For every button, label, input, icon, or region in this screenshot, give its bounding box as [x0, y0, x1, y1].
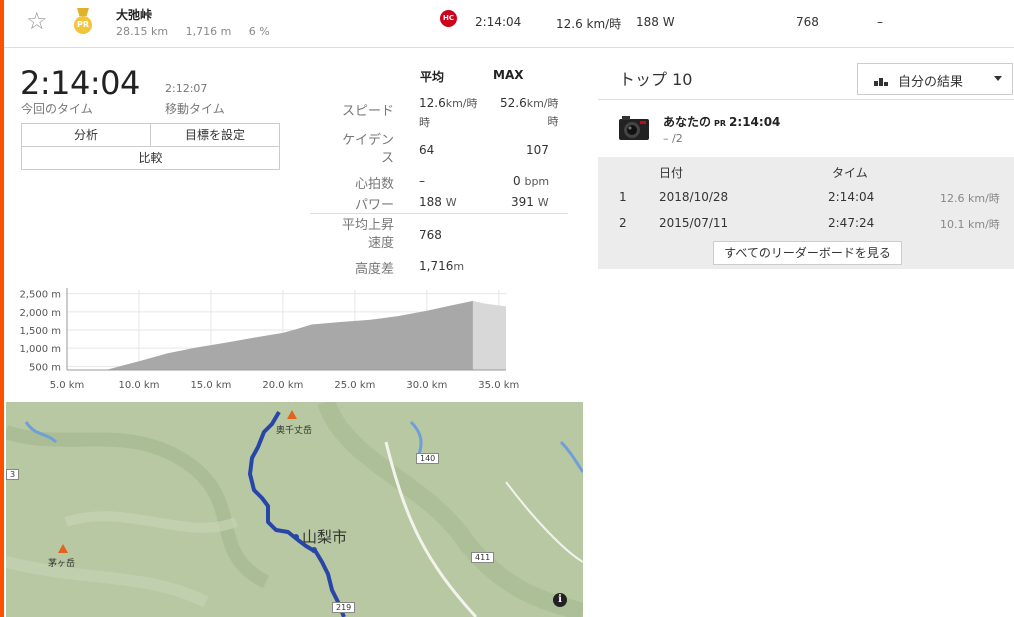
moving-time: 2:12:07 — [165, 82, 208, 95]
results-filter-dropdown[interactable]: 自分の結果 — [857, 63, 1013, 95]
heartrate-label: 心拍数 — [354, 177, 394, 192]
power-max: 391 W — [511, 195, 549, 209]
date-cell[interactable]: 2018/10/28 — [659, 190, 728, 204]
segment-elevation: 1,716 m — [185, 25, 232, 38]
moving-label: 移動タイム — [165, 102, 225, 116]
road-badge: 411 — [471, 552, 495, 563]
star-icon[interactable]: ☆ — [26, 8, 48, 34]
speed-cell: 12.6 km/時 — [940, 192, 1000, 205]
speed-max: 52.6km/時時 — [500, 96, 559, 128]
x-tick-label: 35.0 km — [478, 380, 519, 391]
cadence-max: 107 — [526, 143, 549, 157]
cadence-label: ケイデンス — [342, 133, 394, 166]
header-power: 188 W — [636, 15, 675, 29]
x-tick-label: 15.0 km — [190, 380, 231, 391]
power-label: パワー — [354, 198, 394, 213]
peak-icon — [58, 544, 68, 553]
rank-cell: 2 — [619, 216, 627, 230]
table-row[interactable]: 1 2018/10/28 2:14:04 12.6 km/時 — [598, 184, 1014, 210]
header-time: 2:14:04 — [475, 15, 522, 29]
header-hr: – — [877, 15, 883, 29]
segment-name[interactable]: 大弛峠 — [116, 6, 152, 23]
segment-meta: 28.15 km 1,716 m 6 % — [116, 25, 284, 38]
peak-icon — [287, 410, 297, 419]
elevation-chart[interactable]: 500 m 1,000 m 1,500 m 2,000 m 2,500 m 5.0 km 1… — [0, 280, 520, 395]
action-buttons: 分析 目標を設定 比較 — [21, 123, 280, 170]
route-map[interactable]: 奥千丈岳 茅ヶ岳 山梨市 140 411 219 3 i — [6, 402, 583, 617]
road-badge: 3 — [6, 469, 20, 480]
elevation-value: 1,716m — [419, 259, 465, 273]
date-cell[interactable]: 2015/07/11 — [659, 216, 728, 230]
bar-chart-icon — [874, 76, 892, 86]
heartrate-avg: – — [419, 174, 425, 188]
map-label-city: 山梨市 — [302, 528, 348, 546]
x-tick-label: 25.0 km — [334, 380, 375, 391]
col-time: タイム — [832, 166, 868, 180]
elevation-label: 高度差 — [354, 262, 394, 277]
x-tick-label: 5.0 km — [50, 380, 85, 391]
y-tick-label: 1,500 m — [19, 326, 61, 337]
pr-badge: PR — [74, 16, 92, 34]
you-label: あなたの PR 2:14:04 — [663, 115, 781, 129]
view-all-leaderboard-button[interactable]: すべてのリーダーボードを見る — [713, 241, 902, 265]
elevation-area-outside — [472, 300, 506, 370]
top10-title: トップ 10 — [619, 70, 693, 89]
vam-label: 平均上昇 速度 — [341, 218, 394, 251]
map-label-peak1: 奥千丈岳 — [276, 426, 313, 436]
segment-distance: 28.15 km — [116, 25, 169, 38]
road-badge: 219 — [332, 602, 356, 613]
speed-cell: 10.1 km/時 — [940, 218, 1000, 231]
speed-label: スピード — [341, 104, 394, 119]
x-tick-label: 10.0 km — [118, 380, 159, 391]
y-tick-label: 2,500 m — [19, 290, 61, 301]
y-tick-label: 500 m — [29, 362, 61, 373]
elevation-area-segment — [105, 300, 473, 370]
x-tick-label: 20.0 km — [262, 380, 303, 391]
y-tick-label: 2,000 m — [19, 308, 61, 319]
compare-button[interactable]: 比較 — [21, 146, 280, 170]
chevron-down-icon — [994, 76, 1002, 81]
your-result-card: あなたの PR 2:14:04 – /2 — [598, 99, 1014, 159]
avg-header: 平均 — [420, 70, 445, 84]
hc-icon: HC — [440, 10, 457, 27]
cadence-avg: 64 — [419, 143, 435, 157]
elapsed-label: 今回のタイム — [21, 102, 93, 116]
rank-cell: 1 — [619, 190, 627, 204]
speed-avg: 12.6km/時時 — [419, 96, 478, 129]
heartrate-max: 0 bpm — [513, 174, 550, 188]
table-row[interactable]: 2 2015/07/11 2:47:24 10.1 km/時 — [598, 210, 1014, 236]
time-cell: 2:47:24 — [828, 216, 875, 230]
avatar[interactable] — [618, 114, 650, 142]
analysis-button[interactable]: 分析 — [21, 123, 151, 147]
stats-divider — [310, 213, 568, 214]
x-tick-label: 30.0 km — [406, 380, 447, 391]
info-icon[interactable]: i — [553, 593, 567, 607]
you-rank: – /2 — [663, 132, 683, 145]
header-speed: 12.6 km/時 — [556, 17, 622, 31]
road-badge: 140 — [416, 453, 440, 464]
dropdown-label: 自分の結果 — [898, 75, 964, 90]
header-vam: 768 — [796, 15, 819, 29]
max-header: MAX — [493, 68, 524, 82]
col-date: 日付 — [659, 166, 684, 180]
pr-medal-icon: PR — [74, 8, 92, 36]
y-tick-label: 1,000 m — [19, 344, 61, 355]
map-label-peak2: 茅ヶ岳 — [48, 559, 76, 569]
power-avg: 188 W — [419, 195, 457, 209]
vam-value: 768 — [419, 228, 442, 242]
segment-header[interactable]: ☆ PR 大弛峠 28.15 km 1,716 m 6 % HC 2:14:04… — [4, 0, 1014, 48]
segment-grade: 6 % — [248, 25, 270, 38]
elapsed-time: 2:14:04 — [20, 64, 140, 102]
set-goal-button[interactable]: 目標を設定 — [150, 123, 280, 147]
time-cell: 2:14:04 — [828, 190, 875, 204]
